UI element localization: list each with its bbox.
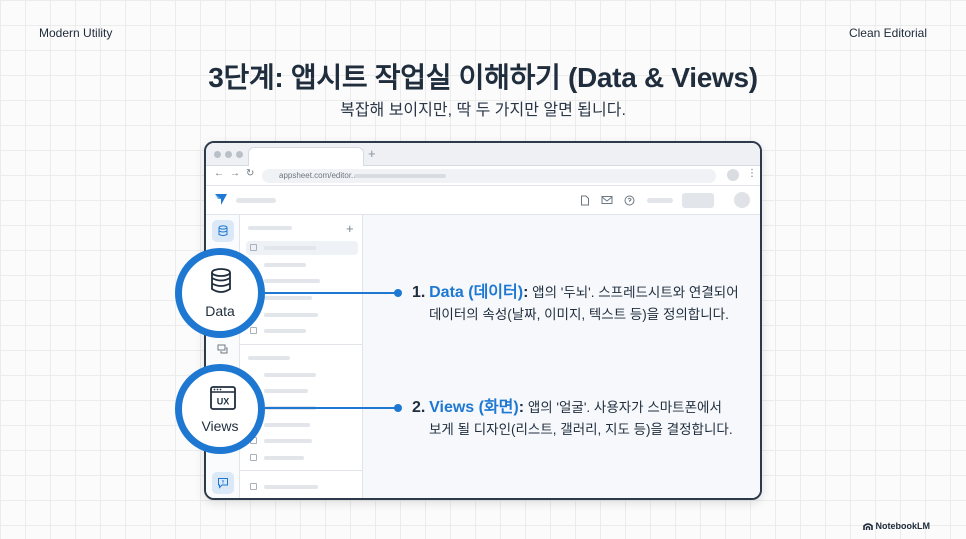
views-connector-dot	[394, 404, 402, 412]
data-description: 1. Data (데이터): 앱의 '두뇌'. 스프레드시트와 연결되어 데이터…	[412, 282, 739, 326]
panel-item[interactable]	[240, 434, 363, 448]
mail-icon[interactable]	[601, 195, 613, 205]
item-label-placeholder	[264, 439, 312, 443]
window-minimize-dot[interactable]	[225, 151, 232, 158]
data-connector-line	[265, 292, 398, 294]
browser-menu-icon[interactable]: ⋮	[747, 168, 757, 179]
brand-name: NotebookLM	[875, 521, 931, 531]
views-step-number: 2.	[412, 399, 426, 416]
panel-item[interactable]	[240, 324, 363, 338]
database-small-icon	[218, 225, 228, 236]
help-icon[interactable]	[624, 195, 635, 206]
item-label-placeholder	[264, 329, 306, 333]
lock-icon	[250, 483, 257, 490]
brand-watermark: NotebookLM	[862, 521, 931, 531]
url-text: appsheet.com/editor...	[279, 171, 358, 180]
panel-divider	[240, 470, 363, 471]
item-label-placeholder	[248, 356, 290, 360]
panel-item-selected[interactable]	[246, 241, 358, 255]
item-label-placeholder	[264, 313, 318, 317]
panel-item[interactable]	[240, 351, 363, 365]
browser-tab[interactable]	[248, 147, 364, 167]
ux-icon-text: UX	[217, 397, 230, 407]
app-name-placeholder	[236, 198, 276, 203]
window-maximize-dot[interactable]	[236, 151, 243, 158]
header-menu-placeholder	[647, 198, 673, 203]
item-label-placeholder	[264, 485, 318, 489]
header-action-button[interactable]	[682, 193, 714, 208]
data-description-line1: 앱의 '두뇌'. 스프레드시트와 연결되어	[532, 285, 739, 300]
data-callout-badge: Data	[175, 248, 265, 338]
database-icon	[211, 268, 231, 293]
rail-data-button[interactable]	[212, 220, 234, 242]
panel-divider	[240, 344, 363, 345]
grid-icon	[250, 454, 257, 461]
navigation-panel: +	[240, 215, 363, 498]
views-term: Views (화면)	[429, 399, 519, 416]
item-label-placeholder	[264, 373, 316, 377]
panel-item[interactable]	[240, 451, 363, 465]
item-label-placeholder	[264, 246, 316, 250]
ux-window-icon: UX	[210, 386, 236, 410]
url-placeholder-bar	[354, 174, 446, 178]
chat-bubbles-icon	[217, 344, 228, 354]
profile-icon[interactable]	[727, 169, 739, 181]
item-label-placeholder	[264, 296, 312, 300]
item-label-placeholder	[264, 423, 310, 427]
data-term: Data (데이터)	[429, 284, 524, 301]
add-item-button[interactable]: +	[346, 221, 354, 236]
panel-heading-placeholder	[248, 226, 292, 230]
feedback-icon	[218, 478, 228, 489]
data-connector-dot	[394, 289, 402, 297]
address-bar[interactable]: appsheet.com/editor...	[262, 169, 716, 183]
views-connector-line	[265, 407, 398, 409]
address-row: ← → ↻ appsheet.com/editor... ⋮	[206, 166, 760, 186]
window-close-dot[interactable]	[214, 151, 221, 158]
rail-feedback-button[interactable]	[212, 472, 234, 494]
views-description: 2. Views (화면): 앱의 '얼굴'. 사용자가 스마트폰에서 보게 될…	[412, 397, 733, 441]
appsheet-logo-icon[interactable]	[214, 192, 228, 206]
folder-icon	[250, 327, 257, 334]
corner-label-right: Clean Editorial	[848, 26, 927, 40]
editor-canvas[interactable]	[363, 215, 760, 498]
corner-label-left: Modern Utility	[39, 26, 113, 40]
document-icon[interactable]	[580, 195, 590, 206]
table-icon	[250, 244, 257, 251]
views-badge-label: Views	[201, 418, 239, 434]
app-header	[206, 186, 760, 215]
page-title: 3단계: 앱시트 작업실 이해하기 (Data & Views)	[208, 62, 758, 93]
views-callout-badge: UX Views	[175, 364, 265, 454]
item-label-placeholder	[264, 263, 306, 267]
item-label-placeholder	[264, 456, 304, 460]
data-description-line2: 데이터의 속성(날짜, 이미지, 텍스트 등)을 정의합니다.	[429, 307, 729, 322]
reload-icon[interactable]: ↻	[246, 168, 254, 179]
views-description-line1: 앱의 '얼굴'. 사용자가 스마트폰에서	[527, 400, 722, 415]
rail-views-button[interactable]	[212, 339, 234, 361]
panel-item[interactable]	[240, 368, 363, 382]
panel-item[interactable]	[240, 480, 363, 494]
page-subtitle: 복잡해 보이지만, 딱 두 가지만 알면 됩니다.	[340, 102, 626, 119]
item-label-placeholder	[264, 389, 308, 393]
views-description-line2: 보게 될 디자인(리스트, 갤러리, 지도 등)을 결정합니다.	[429, 422, 733, 437]
browser-tab-bar: +	[206, 143, 760, 167]
back-arrow-icon[interactable]: ←	[214, 168, 224, 179]
item-label-placeholder	[264, 279, 320, 283]
forward-arrow-icon[interactable]: →	[230, 168, 240, 179]
new-tab-button[interactable]: +	[368, 146, 376, 161]
data-badge-label: Data	[205, 303, 235, 319]
user-avatar[interactable]	[734, 192, 750, 208]
data-step-number: 1.	[412, 284, 426, 301]
notebooklm-logo-icon	[862, 523, 873, 530]
